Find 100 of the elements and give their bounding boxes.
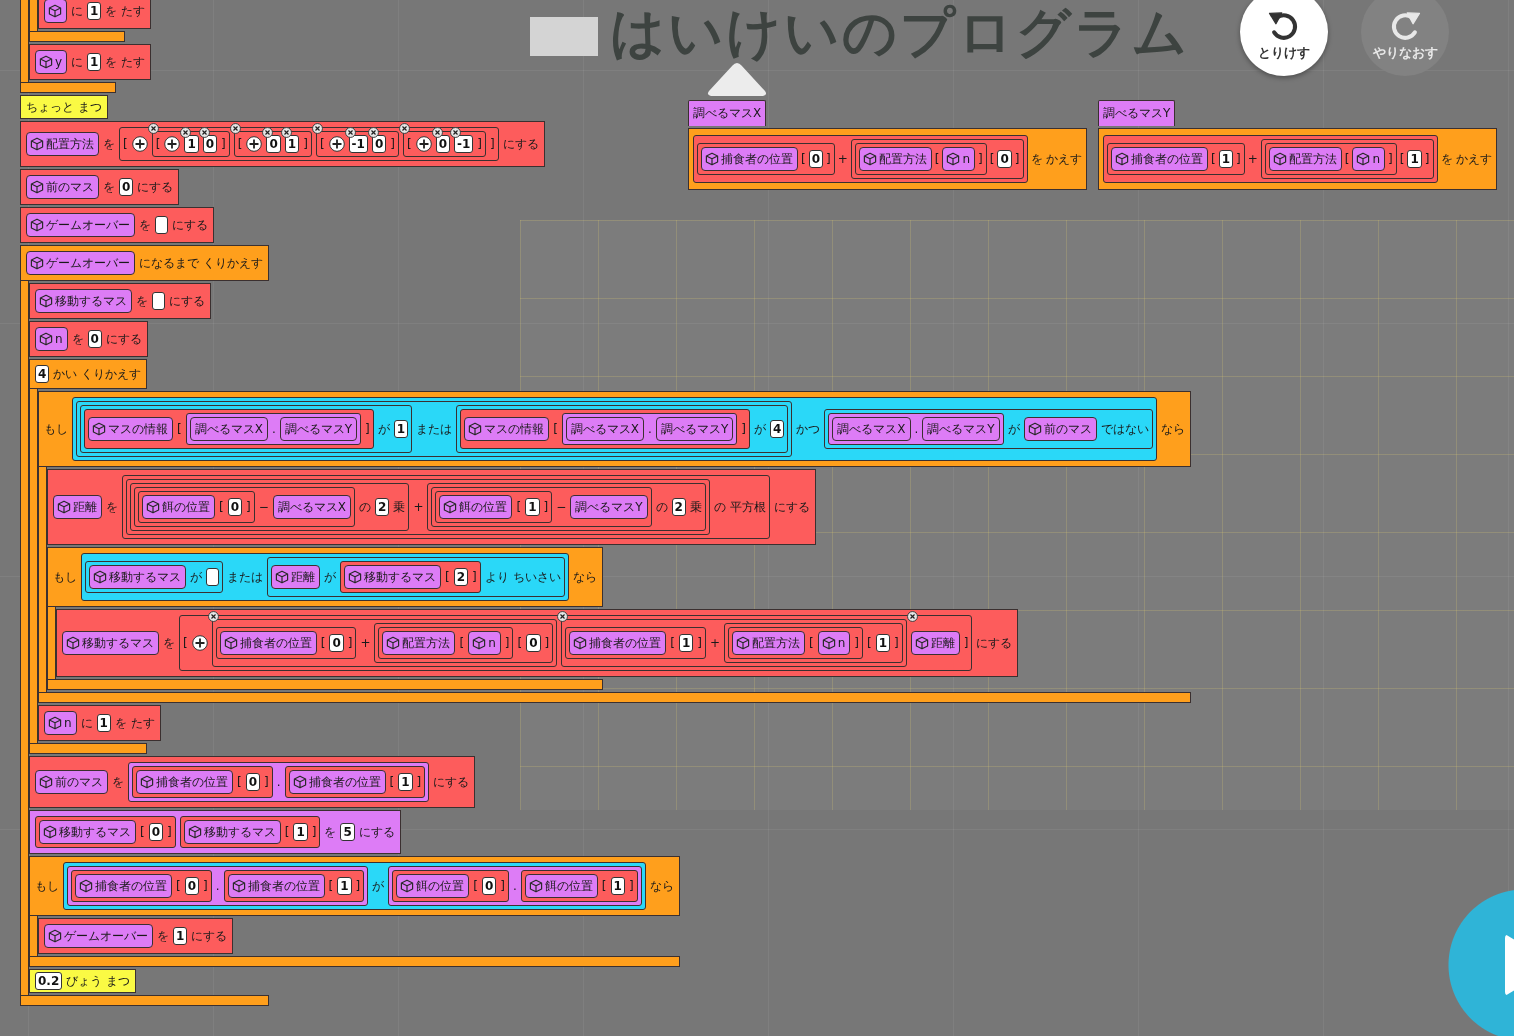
variable-block[interactable]: 捕食者の位置 (1111, 147, 1208, 171)
set-block[interactable]: n を 0 にする (29, 321, 148, 357)
expression-block[interactable]: 捕食者の位置 [ 1 ] (565, 627, 706, 659)
value-field[interactable]: 0 (119, 178, 134, 196)
variable-block[interactable]: ゲームオーバー (26, 251, 135, 275)
value-field[interactable]: 1 (184, 135, 199, 153)
expression-block[interactable]: 捕食者の位置 [ 0 ] + 配置方法 [ n ] [ 0 ] (693, 135, 1028, 183)
pair-block[interactable]: 餌の位置 [ 0 ] . 餌の位置 [ 1 ] (388, 866, 642, 906)
reporter-block[interactable]: 調べるマスY (570, 495, 648, 519)
variable-block[interactable]: 前のマス (35, 770, 108, 794)
value-field[interactable] (155, 216, 168, 234)
value-field[interactable]: 1 (1218, 150, 1234, 168)
expression-block[interactable]: 捕食者の位置 [ 0 ] + 配置方法 [ n ] [ 0 ] (211, 619, 558, 667)
variable-block[interactable]: 距離 (271, 565, 320, 589)
expression-block[interactable]: 捕食者の位置 [ 0 ] (132, 766, 273, 798)
value-field[interactable]: 0 (245, 773, 261, 791)
value-field[interactable]: 1 (87, 53, 102, 71)
add-icon[interactable] (131, 136, 148, 152)
variable-block[interactable]: 移動するマス (344, 565, 441, 589)
remove-icon[interactable] (431, 127, 443, 138)
remove-icon[interactable] (229, 123, 241, 134)
remove-icon[interactable] (398, 123, 410, 134)
variable-block[interactable]: 餌の位置 (142, 495, 215, 519)
expression-block[interactable]: 移動するマス [ 1 ] (179, 816, 321, 848)
condition-block[interactable]: マスの情報 [ 調べるマスX . 調べるマスY ] が 4 (456, 405, 789, 453)
define-block[interactable]: 捕食者の位置 [ 0 ] + 配置方法 [ n ] [ 0 ] を かえす (688, 128, 1088, 190)
variable-block[interactable]: 前のマス (26, 175, 99, 199)
remove-icon[interactable] (311, 123, 323, 134)
set-block[interactable]: 距離 を 餌の位置 [ 0 ] − 調べるマスX の 2 乗 + 餌の位置 [ 1 ] − 調べるマスY の 2 乗 の 平方根 にする (47, 469, 816, 545)
variable-block[interactable]: 移動するマス (183, 820, 281, 844)
expression-block[interactable]: 餌の位置 [ 0 ] − 調べるマスX (134, 487, 356, 527)
expression-block[interactable]: 配置方法 [ n ] [ 1 ] (724, 623, 903, 663)
variable-block[interactable]: y (35, 50, 68, 74)
reporter-block[interactable]: 調べるマスX (832, 417, 911, 441)
set-block[interactable]: 移動するマス を にする (29, 283, 211, 319)
variable-block[interactable]: 移動するマス (62, 631, 159, 655)
expression-block[interactable]: 餌の位置 [ 1 ] (435, 491, 553, 523)
variable-block[interactable]: 餌の位置 (524, 874, 598, 898)
define-block[interactable]: 捕食者の位置 [ 1 ] + 配置方法 [ n ] [ 1 ] を かえす (1098, 128, 1498, 190)
repeat-block[interactable]: に 1 を たす (29, 0, 152, 42)
add-icon[interactable] (191, 635, 208, 651)
variable-block[interactable]: 前のマス (1023, 417, 1097, 441)
expression-block[interactable]: 餌の位置 [ 0 ] (392, 870, 510, 902)
pair-block[interactable]: 調べるマスX . 調べるマスY (561, 413, 738, 445)
value-field[interactable]: 1 (293, 823, 308, 841)
wait-block[interactable]: 0.2 びょう まつ (29, 969, 137, 993)
expression-block[interactable]: 餌の位置 [ 1 ] − 調べるマスY の 2 乗 (427, 483, 706, 531)
value-field[interactable] (152, 292, 165, 310)
set-block[interactable]: y に 1 を たす (29, 44, 152, 80)
condition-block[interactable]: 移動するマス が (85, 561, 223, 593)
add-icon[interactable] (328, 136, 345, 152)
variable-block[interactable]: 捕食者の位置 (288, 770, 386, 794)
if-block[interactable] (38, 391, 1191, 703)
function-name-tab[interactable]: 調べるマスX (688, 100, 767, 126)
variable-block[interactable]: ゲームオーバー (26, 213, 135, 237)
variable-block[interactable]: 配置方法 (858, 147, 932, 171)
value-field[interactable]: 0 (227, 498, 243, 516)
add-icon[interactable] (164, 136, 181, 152)
remove-icon[interactable] (180, 127, 192, 138)
condition-block[interactable]: マスの情報 [ 調べるマスX . 調べるマスY ] が 1 (80, 405, 413, 453)
value-field[interactable]: 2 (375, 498, 390, 516)
expression-block[interactable]: 配置方法 [ n ] [ 0 ] (374, 623, 554, 663)
value-field[interactable]: 1 (337, 877, 352, 895)
set-block[interactable]: 前のマス を 捕食者の位置 [ 0 ] . 捕食者の位置 [ 1 ] にする (29, 756, 476, 808)
add-icon[interactable] (415, 136, 432, 152)
expression-block[interactable]: 捕食者の位置 [ 0 ] (71, 870, 212, 902)
pair-block[interactable]: 調べるマスX . 調べるマスY (185, 413, 362, 445)
value-field[interactable]: 0 (87, 330, 102, 348)
value-field[interactable]: 1 (96, 714, 111, 732)
expression-block[interactable]: マスの情報 [ 調べるマスX . 調べるマスY ] (460, 409, 750, 449)
remove-icon[interactable] (450, 127, 461, 138)
variable-block[interactable]: マスの情報 (88, 417, 173, 441)
pair-block[interactable]: 捕食者の位置 [ 0 ] . 捕食者の位置 [ 1 ] (128, 762, 430, 802)
reporter-block[interactable]: 調べるマスX (565, 417, 645, 441)
variable-block[interactable]: 移動するマス (89, 565, 186, 589)
variable-block[interactable]: n (44, 711, 77, 735)
variable-block[interactable]: 移動するマス (35, 289, 132, 313)
reporter-block[interactable]: 調べるマスY (279, 417, 358, 441)
set-block[interactable]: ゲームオーバー を にする (20, 207, 214, 243)
expression-block[interactable]: 配置方法 [ n ] [ 0 ] (850, 139, 1024, 179)
variable-block[interactable]: 配置方法 (26, 132, 99, 156)
value-field[interactable]: -1 (348, 135, 368, 153)
function-name-tab[interactable]: 調べるマスY (1098, 100, 1176, 126)
remove-icon[interactable] (198, 127, 210, 138)
value-field[interactable]: 4 (35, 365, 50, 383)
reporter-block[interactable]: 調べるマスX (272, 495, 352, 519)
value-field[interactable]: 1 (87, 2, 102, 20)
undo-button[interactable]: とりけす (1240, 0, 1328, 76)
reporter-block[interactable]: 調べるマスY (922, 417, 1000, 441)
condition-block[interactable]: マスの情報 [ 調べるマスX . 調べるマスY ] が 1 または マスの情報 [ 調べるマスX . 調べるマスY ] が 4 かつ 調べるマスX . 調べるマスY が 前のマス ではない (72, 397, 1157, 461)
variable-block[interactable] (44, 0, 67, 23)
pair-block[interactable]: 調べるマスX . 調べるマスY (828, 413, 1004, 445)
variable-block[interactable]: 捕食者の位置 (227, 874, 325, 898)
set-block[interactable]: 移動するマス を [ 捕食者の位置 [ 0 ] + 配置方法 [ n ] [ 0 ] 捕食者の位置 [ 1 ] + 配置方法 [ n ] [ 1 ] 距離 ] にする (56, 609, 1019, 677)
remove-icon[interactable] (147, 123, 159, 134)
set-block[interactable]: n に 1 を たす (38, 705, 161, 741)
expression-block[interactable]: 捕食者の位置 [ 1 ] (284, 766, 426, 798)
expression-block[interactable]: 餌の位置 [ 0 ] − 調べるマスX の 2 乗 (130, 483, 410, 531)
expression-block[interactable]: 餌の位置 [ 0 ] (138, 491, 255, 523)
value-field[interactable]: 4 (769, 420, 785, 438)
